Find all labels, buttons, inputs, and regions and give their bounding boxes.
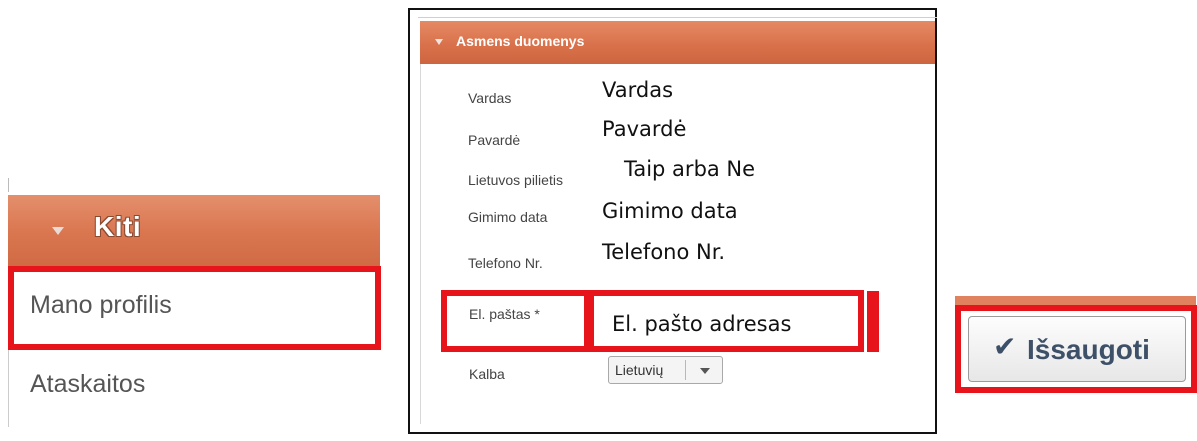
form-top-line — [418, 17, 937, 18]
chevron-down-icon — [700, 368, 710, 374]
save-button[interactable]: ✔ Išsaugoti — [968, 316, 1186, 382]
collapse-triangle-icon — [435, 39, 443, 45]
sidebar-section-header[interactable]: Kiti — [8, 195, 380, 267]
sidebar-item-mano-profilis[interactable]: Mano profilis — [30, 291, 172, 320]
save-button-label: Išsaugoti — [1027, 334, 1150, 365]
field-label-gimimo-data: Gimimo data — [468, 209, 548, 225]
form-section-title: Asmens duomenys — [456, 33, 585, 49]
collapse-triangle-icon — [52, 227, 64, 235]
field-value-gimimo-data[interactable]: Gimimo data — [602, 199, 738, 223]
field-label-pavarde: Pavardė — [468, 132, 521, 148]
field-value-telefono[interactable]: Telefono Nr. — [602, 240, 725, 264]
field-label-vardas: Vardas — [468, 90, 512, 106]
form-section-header[interactable]: Asmens duomenys — [420, 21, 935, 64]
highlight-email-edge — [867, 291, 879, 352]
language-select[interactable]: Lietuvių — [608, 356, 723, 384]
check-icon: ✔ — [993, 331, 1017, 362]
sidebar-divider — [8, 178, 9, 192]
email-input-value: El. pašto adresas — [612, 312, 792, 336]
field-value-pavarde[interactable]: Pavardė — [602, 117, 686, 141]
language-select-value: Lietuvių — [615, 362, 664, 378]
field-value-pilietis[interactable]: Taip arba Ne — [624, 157, 755, 181]
field-value-vardas[interactable]: Vardas — [602, 78, 673, 102]
form-side-border — [420, 64, 421, 424]
field-label-telefono: Telefono Nr. — [468, 255, 543, 271]
field-label-email: El. paštas * — [469, 306, 540, 322]
sidebar-item-ataskaitos[interactable]: Ataskaitos — [30, 370, 145, 399]
field-label-pilietis: Lietuvos pilietis — [468, 172, 563, 188]
select-separator — [685, 360, 686, 380]
field-label-kalba: Kalba — [469, 366, 505, 382]
sidebar-section-title: Kiti — [94, 211, 142, 242]
